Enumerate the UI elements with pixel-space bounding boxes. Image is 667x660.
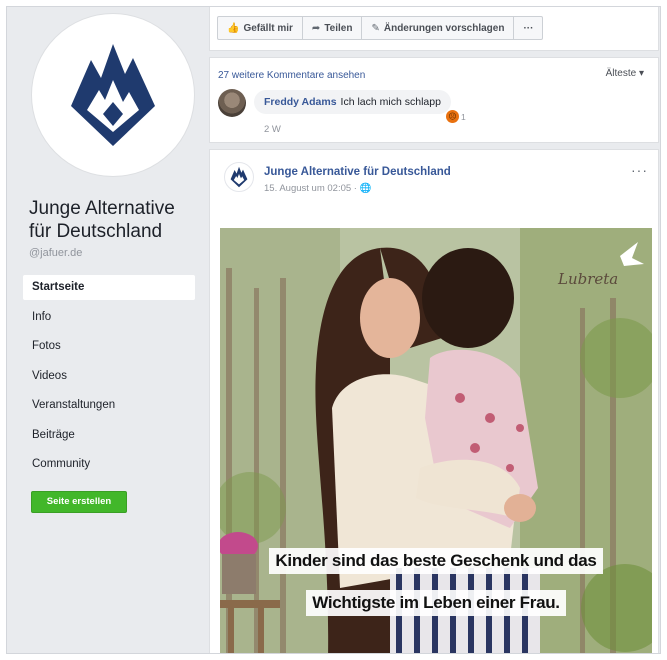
comment-reaction[interactable]: ☹ 1 xyxy=(446,110,466,123)
share-label: Teilen xyxy=(324,22,353,34)
nav-item-beitraege[interactable]: Beiträge xyxy=(23,423,195,448)
suggest-edits-button[interactable]: ✎ Änderungen vorschlagen xyxy=(362,17,515,39)
post-author-avatar[interactable] xyxy=(224,162,254,192)
nav-item-fotos[interactable]: Fotos xyxy=(23,334,195,359)
comment-bubble: Freddy Adams Ich lach mich schlapp xyxy=(254,90,451,114)
comment-sort-dropdown[interactable]: Älteste ▾ xyxy=(606,68,644,79)
photo-illustration xyxy=(220,228,652,653)
page-nav: Startseite Info Fotos Videos Veranstaltu… xyxy=(23,275,195,482)
share-arrow-icon: ➦ xyxy=(311,22,321,34)
page-action-card: 👍 Gefällt mir ➦ Teilen ✎ Änderungen vors… xyxy=(209,7,659,51)
page-sidebar: Junge Alternative für Deutschland @jafue… xyxy=(7,7,203,653)
page-handle: @jafuer.de xyxy=(29,247,83,259)
page-action-bar: 👍 Gefällt mir ➦ Teilen ✎ Änderungen vors… xyxy=(217,16,544,40)
nav-item-info[interactable]: Info xyxy=(23,305,195,330)
post-options-button[interactable]: ··· xyxy=(631,162,648,178)
page-title: Junge Alternative für Deutschland xyxy=(29,198,175,242)
thumbs-up-icon: 👍 xyxy=(227,22,240,34)
nav-item-videos[interactable]: Videos xyxy=(23,364,195,389)
photo-brand-signature: Lubreta xyxy=(558,270,619,288)
nav-item-veranstaltungen[interactable]: Veranstaltungen xyxy=(23,393,195,418)
post-author-name[interactable]: Junge Alternative für Deutschland xyxy=(264,166,451,178)
post-timestamp[interactable]: 15. August um 02:05 · 🌐 xyxy=(264,183,371,194)
comment-author[interactable]: Freddy Adams xyxy=(264,96,337,108)
facebook-page-frame: Junge Alternative für Deutschland @jafue… xyxy=(6,6,661,654)
comment-text: Ich lach mich schlapp xyxy=(340,96,441,108)
globe-icon: 🌐 xyxy=(359,183,372,194)
nav-item-startseite[interactable]: Startseite xyxy=(23,275,195,300)
share-button[interactable]: ➦ Teilen xyxy=(303,17,363,39)
reaction-count: 1 xyxy=(461,111,466,122)
post-date-text: 15. August um 02:05 · xyxy=(264,183,360,194)
create-page-button[interactable]: Seite erstellen xyxy=(31,491,127,513)
like-page-button[interactable]: 👍 Gefällt mir xyxy=(218,17,303,39)
comment-timestamp[interactable]: 2 W xyxy=(264,124,281,135)
commenter-avatar[interactable] xyxy=(218,89,246,117)
more-options-button[interactable]: ··· xyxy=(514,17,542,39)
post-card: Junge Alternative für Deutschland 15. Au… xyxy=(209,149,659,653)
post-photo[interactable]: Lubreta Kinder sind das beste Geschenk u… xyxy=(220,228,652,653)
comments-card: 27 weitere Kommentare ansehen Älteste ▾ … xyxy=(209,57,659,143)
page-profile-picture[interactable] xyxy=(31,13,195,177)
ja-flame-logo-icon xyxy=(71,44,155,146)
pencil-icon: ✎ xyxy=(371,22,380,34)
nav-item-community[interactable]: Community xyxy=(23,452,195,477)
like-label: Gefällt mir xyxy=(243,22,293,34)
more-label: ··· xyxy=(523,22,534,34)
angry-reaction-icon: ☹ xyxy=(446,110,459,123)
ja-flame-logo-icon xyxy=(230,166,248,188)
suggest-label: Änderungen vorschlagen xyxy=(383,22,505,34)
view-more-comments-link[interactable]: 27 weitere Kommentare ansehen xyxy=(218,70,365,81)
